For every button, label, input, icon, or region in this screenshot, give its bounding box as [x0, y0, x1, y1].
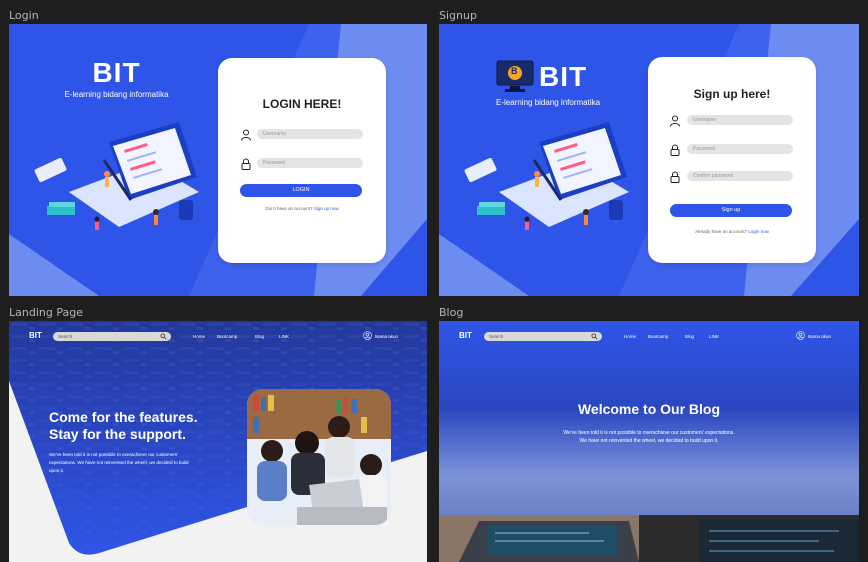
lock-icon: [670, 144, 680, 156]
user-icon: [241, 129, 251, 141]
frame-label-blog: Blog: [439, 306, 464, 319]
brand-tagline: E-learning bidang informatika: [64, 90, 169, 99]
hero-body-line-1: We've been told it is not possible to ov…: [49, 452, 179, 457]
signup-prompt-text: Don't have an account?: [265, 206, 313, 211]
hero-body-line-2: expectations. We have not reinvented the…: [49, 460, 189, 465]
username-input[interactable]: [687, 115, 793, 125]
lock-icon: [241, 158, 251, 170]
username-input[interactable]: [257, 129, 363, 139]
username-row: [648, 115, 816, 127]
signup-button[interactable]: Sign up: [670, 204, 792, 217]
blog-frame: BIT Search Home Bootcamp Blog LINK Nama …: [439, 321, 859, 562]
signup-link[interactable]: Sign up now: [314, 206, 339, 211]
nav-link-bootcamp[interactable]: Bootcamp: [648, 334, 668, 339]
landing-frame: BIT Search Home Bootcamp Blog LINK Nama …: [9, 321, 427, 562]
brand-tagline: E-learning bidang informatika: [496, 98, 601, 107]
login-card: LOGIN HERE! LOGIN Don't have an account?…: [218, 58, 386, 263]
search-icon[interactable]: [160, 333, 167, 340]
signup-title: Sign up here!: [693, 87, 771, 101]
nav-link-blog[interactable]: Blog: [255, 334, 264, 339]
login-title: LOGIN HERE!: [262, 97, 342, 111]
search-placeholder: Search: [489, 334, 504, 339]
search-input[interactable]: Search: [484, 332, 602, 341]
hero-body-line-3: upon it.: [49, 468, 65, 473]
signup-prompt: Don't have an account? Sign up now: [218, 206, 386, 211]
study-illustration: [464, 122, 629, 230]
login-link[interactable]: Login now: [748, 229, 769, 234]
username-row: [218, 129, 386, 141]
hero-body: We've been told it is not possible to ov…: [49, 451, 189, 475]
search-placeholder: Search: [58, 334, 73, 339]
brand-name: BIT: [92, 57, 141, 88]
nav-link-bootcamp[interactable]: Bootcamp: [217, 334, 237, 339]
nav-link-blog[interactable]: Blog: [685, 334, 694, 339]
user-name: Nama akun: [808, 334, 832, 339]
hero-title: Come for the features. Stay for the supp…: [49, 409, 198, 443]
search-input[interactable]: Search: [53, 332, 171, 341]
nav-logo[interactable]: BIT: [459, 331, 472, 340]
logo-letter: B: [511, 66, 518, 76]
password-row: [648, 144, 816, 156]
nav-link-link[interactable]: LINK: [709, 334, 719, 339]
brand-block: BIT: [539, 61, 588, 92]
user-name: Nama akun: [375, 334, 399, 339]
nav-link-home[interactable]: Home: [624, 334, 636, 339]
brand-name: BIT: [539, 61, 588, 92]
lock-icon: [670, 171, 680, 183]
login-frame: BIT E-learning bidang informatika LOGIN …: [9, 24, 427, 296]
hero-title-line-1: Come for the features.: [49, 409, 198, 425]
user-icon: [670, 115, 680, 127]
signup-card: Sign up here! Sign up Already have an: [648, 57, 816, 263]
navbar: BIT Search Home Bootcamp Blog LINK Nama …: [9, 321, 427, 347]
blog-body: We've been told it is not possible to ov…: [439, 429, 859, 445]
confirm-password-row: [648, 171, 816, 183]
students-photo: [247, 389, 391, 525]
nav-link-home[interactable]: Home: [193, 334, 205, 339]
search-icon[interactable]: [591, 333, 598, 340]
frame-label-login: Login: [9, 9, 39, 22]
blog-title: Welcome to Our Blog: [577, 401, 721, 417]
blog-body-line-2: We have not reinvented the wheel, we dec…: [579, 438, 719, 444]
login-prompt-text: Already have an account?: [695, 229, 748, 234]
signup-frame: B BIT E-learning bidang informatika Sign…: [439, 24, 859, 296]
password-row: [218, 158, 386, 170]
nav-link-link[interactable]: LINK: [279, 334, 289, 339]
study-illustration: [34, 122, 199, 230]
brand-block: BIT E-learning bidang informatika: [64, 57, 169, 100]
nav-logo[interactable]: BIT: [29, 331, 42, 340]
login-button[interactable]: LOGIN: [240, 184, 362, 197]
frame-label-signup: Signup: [439, 9, 477, 22]
password-input[interactable]: [257, 158, 363, 168]
blog-body-line-1: We've been told it is not possible to ov…: [563, 430, 735, 436]
login-prompt: Already have an account? Login now: [648, 229, 816, 234]
frame-label-landing: Landing Page: [9, 306, 83, 319]
hero-title-line-2: Stay for the support.: [49, 426, 186, 442]
confirm-password-input[interactable]: [687, 171, 793, 181]
password-input[interactable]: [687, 144, 793, 154]
navbar: BIT Search Home Bootcamp Blog LINK Nama …: [439, 321, 859, 347]
account-icon: [796, 331, 805, 340]
account-icon: [363, 331, 372, 340]
